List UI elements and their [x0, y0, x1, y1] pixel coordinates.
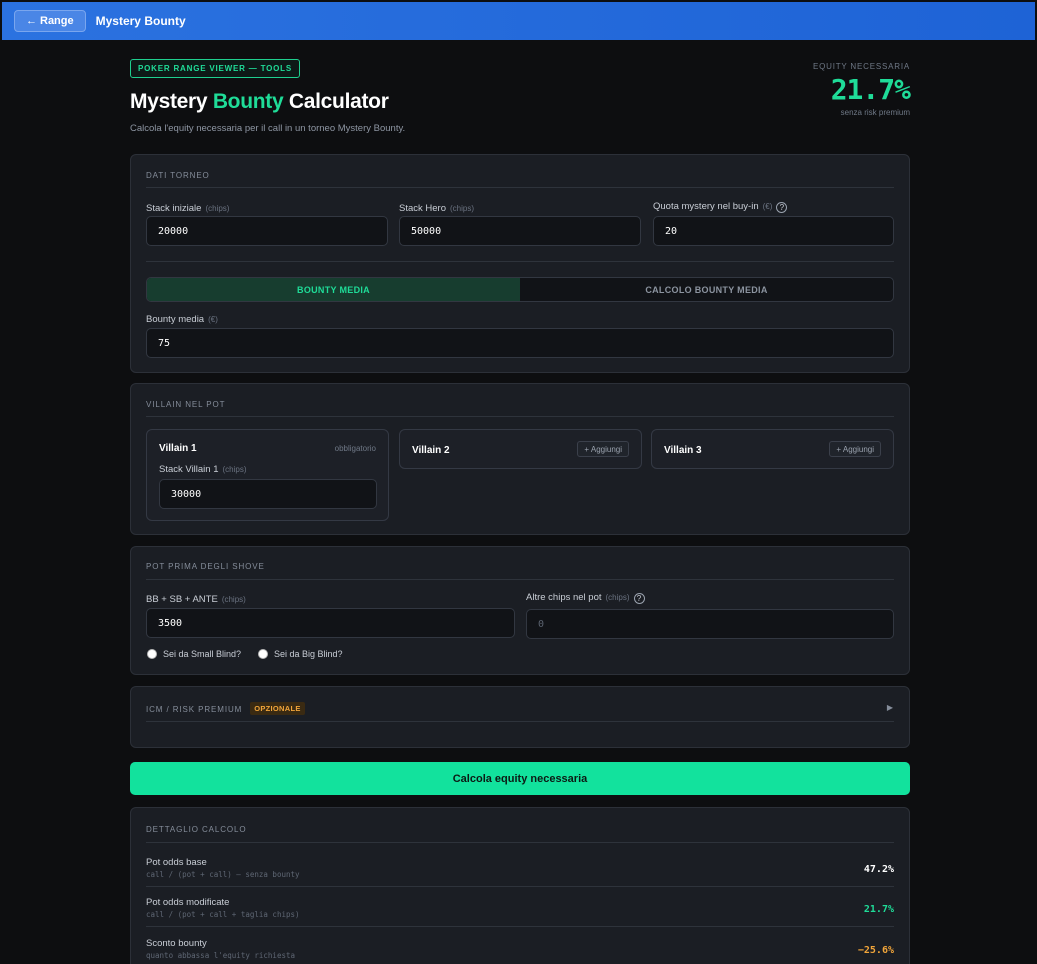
villains-card-title: VILLAIN NEL POT	[146, 400, 226, 409]
divider	[146, 842, 894, 843]
help-icon[interactable]: ?	[633, 593, 645, 604]
optional-badge: OPZIONALE	[250, 702, 305, 715]
radio-dot[interactable]	[258, 649, 268, 659]
equity-summary: EQUITY NECESSARIA 21.7% senza risk premi…	[812, 62, 911, 117]
blinds-label-text: BB + SB + ANTE	[146, 594, 218, 605]
detail-row-label: Pot odds modificate	[146, 897, 230, 908]
villain-1-stack-input[interactable]: 30000	[159, 479, 377, 509]
divider	[146, 926, 894, 927]
main-content: POKER RANGE VIEWER — TOOLS Mystery Bount…	[130, 58, 911, 964]
icm-title-text: ICM / RISK PREMIUM	[146, 705, 243, 714]
icm-card-title: ICM / RISK PREMIUM OPZIONALE	[146, 702, 305, 715]
divider	[146, 187, 894, 188]
add-villain-3-button[interactable]: + Aggiungi	[829, 441, 881, 457]
bounty-avg-label: Bounty media (€)	[146, 314, 218, 325]
villains-card: VILLAIN NEL POT Villain 1 obbligatorio S…	[130, 383, 910, 535]
radio-dot[interactable]	[147, 649, 157, 659]
page-subtitle: Calcola l'equity necessaria per il call …	[130, 123, 406, 134]
mystery-quota-input[interactable]: 20	[653, 216, 894, 246]
detail-row-value: 47.2%	[863, 864, 894, 875]
mystery-quota-unit: (€)	[762, 202, 773, 211]
tournament-card-title: DATI TORNEO	[146, 171, 210, 180]
detail-row: Pot odds modificate call / (pot + call +…	[146, 897, 894, 919]
top-bar: ← Range Mystery Bounty	[2, 2, 1035, 40]
divider	[146, 416, 894, 417]
stack-initial-input[interactable]: 20000	[146, 216, 388, 246]
villain-1-stack-unit: (chips)	[222, 465, 247, 474]
blinds-label: BB + SB + ANTE (chips)	[146, 594, 246, 605]
title-part-1: Mystery	[130, 90, 213, 113]
villain-1-name: Villain 1	[159, 443, 197, 454]
add-villain-2-button[interactable]: + Aggiungi	[577, 441, 629, 457]
other-chips-label: Altre chips nel pot (chips)?	[526, 592, 645, 604]
back-button-label: Range	[40, 15, 74, 27]
villain-2-name: Villain 2	[412, 445, 450, 456]
equity-value: 21.7%	[830, 73, 911, 106]
toggle-bounty-media[interactable]: BOUNTY MEDIA	[147, 278, 520, 301]
detail-row: Pot odds base call / (pot + call) — senz…	[146, 857, 894, 879]
page-title: Mystery Bounty Calculator	[130, 90, 910, 114]
blinds-input[interactable]: 3500	[146, 608, 515, 638]
bounty-avg-label-text: Bounty media	[146, 314, 205, 325]
tournament-card: DATI TORNEO Stack iniziale (chips) 20000 …	[130, 154, 910, 373]
villain-1-required: obbligatorio	[334, 444, 376, 453]
detail-card: DETTAGLIO CALCOLO Pot odds base call / (…	[130, 807, 910, 964]
stack-hero-label: Stack Hero (chips)	[399, 203, 474, 214]
divider	[146, 721, 894, 722]
help-icon[interactable]: ?	[776, 202, 788, 213]
villain-2-box: Villain 2 + Aggiungi	[399, 429, 642, 469]
stack-initial-label-text: Stack iniziale	[146, 203, 202, 214]
big-blind-label: Sei da Big Blind?	[274, 649, 343, 659]
chevron-right-icon[interactable]: ▶	[887, 703, 893, 712]
villain-1-stack-label: Stack Villain 1 (chips)	[159, 464, 247, 475]
small-blind-radio[interactable]: Sei da Small Blind?	[147, 649, 241, 659]
stack-hero-input[interactable]: 50000	[399, 216, 641, 246]
equity-note: senza risk premium	[840, 108, 910, 117]
section-badge: POKER RANGE VIEWER — TOOLS	[130, 59, 300, 78]
toggle-calcolo-bounty-media[interactable]: CALCOLO BOUNTY MEDIA	[520, 278, 893, 301]
small-blind-label: Sei da Small Blind?	[163, 649, 242, 659]
title-accent: Bounty	[212, 90, 284, 113]
mystery-quota-label: Quota mystery nel buy-in (€)?	[653, 201, 788, 213]
big-blind-radio[interactable]: Sei da Big Blind?	[258, 649, 343, 659]
stack-hero-label-text: Stack Hero	[399, 203, 446, 214]
detail-row: Sconto bounty quanto abbassa l'equity ri…	[146, 938, 894, 960]
arrow-left-icon: ←	[26, 15, 37, 27]
bounty-avg-unit: (€)	[208, 315, 218, 324]
detail-row-label: Pot odds base	[146, 857, 207, 868]
title-part-2: Calculator	[283, 90, 389, 113]
divider	[146, 579, 894, 580]
detail-row-value: 21.7%	[863, 904, 894, 915]
bounty-avg-input[interactable]: 75	[146, 328, 894, 358]
detail-row-sub: call / (pot + call + taglia chips)	[146, 910, 300, 919]
mystery-quota-label-text: Quota mystery nel buy-in	[653, 201, 759, 212]
equity-label: EQUITY NECESSARIA	[812, 62, 910, 71]
detail-card-title: DETTAGLIO CALCOLO	[146, 825, 247, 834]
stack-hero-unit: (chips)	[450, 204, 475, 213]
other-chips-input[interactable]: 0	[526, 609, 894, 639]
detail-row-label: Sconto bounty	[146, 938, 207, 949]
pot-card: POT PRIMA DEGLI SHOVE BB + SB + ANTE (chi…	[130, 546, 910, 675]
bounty-mode-toggle: BOUNTY MEDIA CALCOLO BOUNTY MEDIA	[146, 277, 894, 302]
villain-3-box: Villain 3 + Aggiungi	[651, 429, 894, 469]
calculate-button[interactable]: Calcola equity necessaria	[130, 762, 910, 795]
villain-3-name: Villain 3	[664, 445, 702, 456]
villain-1-box: Villain 1 obbligatorio Stack Villain 1 (c…	[146, 429, 389, 521]
other-chips-unit: (chips)	[605, 593, 630, 602]
topbar-title: Mystery Bounty	[95, 14, 186, 28]
villain-1-stack-label-text: Stack Villain 1	[159, 464, 219, 475]
other-chips-label-text: Altre chips nel pot	[526, 592, 602, 603]
stack-initial-label: Stack iniziale (chips)	[146, 203, 229, 214]
pot-card-title: POT PRIMA DEGLI SHOVE	[146, 562, 265, 571]
icm-card[interactable]: ICM / RISK PREMIUM OPZIONALE ▶	[130, 686, 910, 748]
detail-row-sub: call / (pot + call) — senza bounty	[146, 870, 300, 879]
divider	[146, 886, 894, 887]
detail-row-value: −25.6%	[857, 945, 894, 956]
stack-initial-unit: (chips)	[205, 204, 230, 213]
blinds-unit: (chips)	[221, 595, 246, 604]
divider	[146, 261, 894, 262]
detail-row-sub: quanto abbassa l'equity richiesta	[146, 951, 296, 960]
back-button[interactable]: ← Range	[14, 10, 86, 32]
